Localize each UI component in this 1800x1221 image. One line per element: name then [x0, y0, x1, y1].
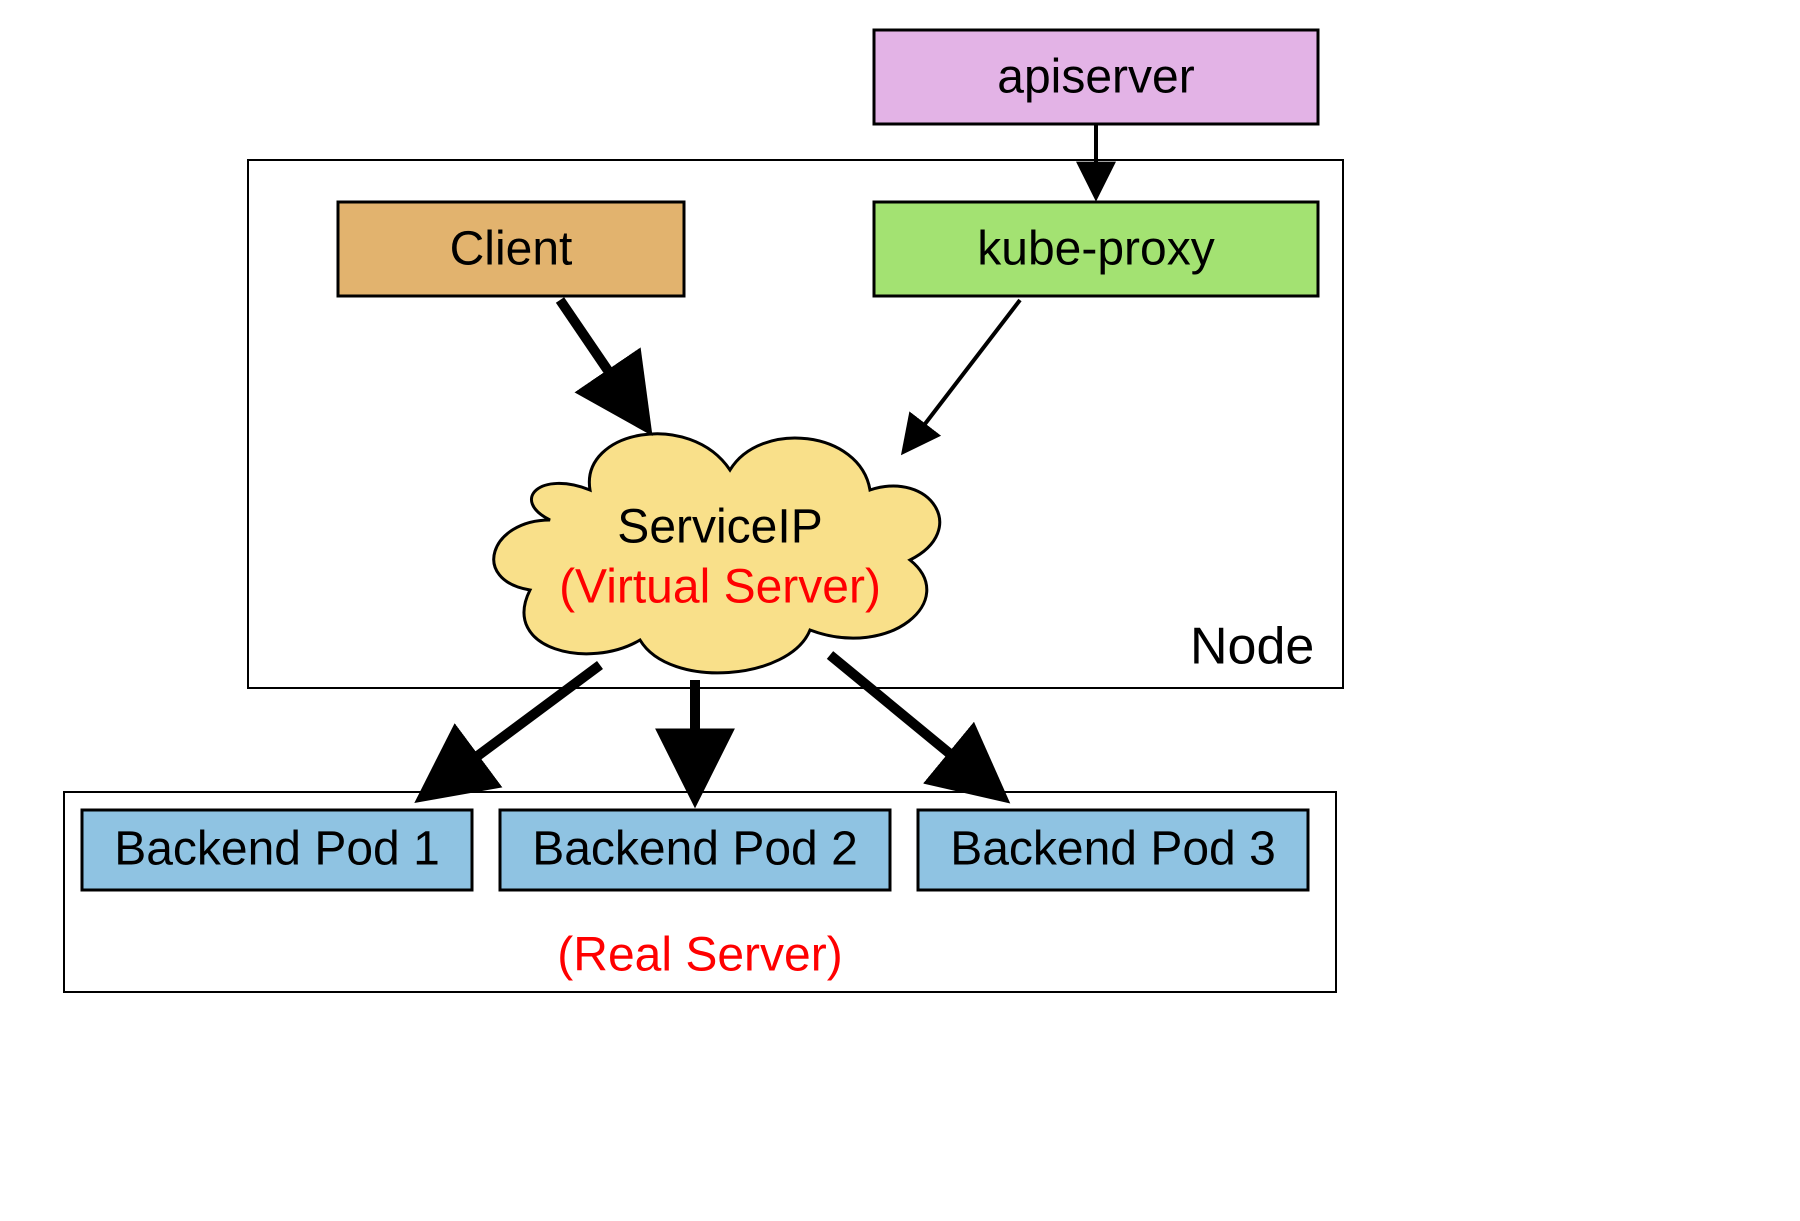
apiserver-box: apiserver	[874, 30, 1318, 124]
arrow-kubeproxy-to-serviceip	[905, 300, 1020, 450]
realserver-label: (Real Server)	[557, 929, 842, 982]
backend-pod-1-label: Backend Pod 1	[114, 823, 440, 876]
client-label: Client	[450, 223, 573, 276]
serviceip-cloud: ServiceIP (Virtual Server)	[494, 434, 940, 673]
kubeproxy-label: kube-proxy	[977, 223, 1214, 276]
serviceip-line2: (Virtual Server)	[559, 561, 881, 614]
backend-pod-2-box: Backend Pod 2	[500, 810, 890, 890]
serviceip-line1: ServiceIP	[617, 501, 822, 554]
kubeproxy-box: kube-proxy	[874, 202, 1318, 296]
backend-pod-1-box: Backend Pod 1	[82, 810, 472, 890]
node-label: Node	[1190, 618, 1314, 676]
apiserver-label: apiserver	[997, 51, 1194, 104]
arrow-serviceip-to-pod3	[830, 655, 1000, 795]
arrow-serviceip-to-pod1	[425, 665, 600, 795]
backend-pod-2-label: Backend Pod 2	[532, 823, 858, 876]
client-box: Client	[338, 202, 684, 296]
arrow-client-to-serviceip	[560, 300, 645, 425]
backend-pod-3-box: Backend Pod 3	[918, 810, 1308, 890]
backend-pod-3-label: Backend Pod 3	[950, 823, 1276, 876]
